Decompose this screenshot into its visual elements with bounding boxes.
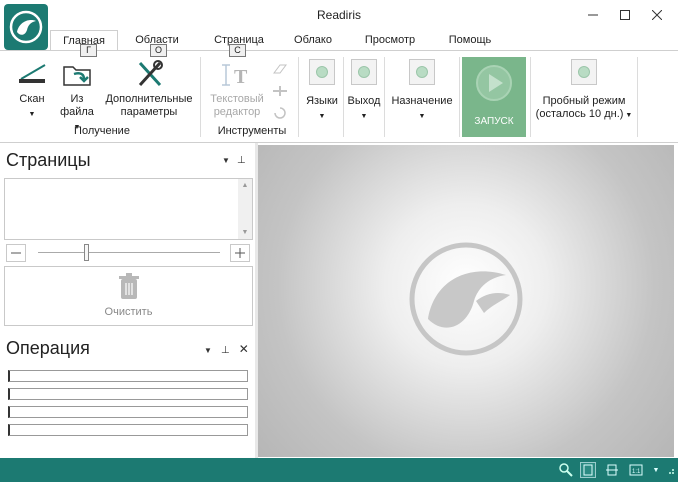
tab-help[interactable]: Помощь (444, 30, 496, 51)
progress-bar (8, 406, 248, 418)
fit-width-icon[interactable] (604, 462, 620, 478)
status-bar: 1:1 ▼ (0, 458, 678, 482)
pane-menu-chevron-icon[interactable]: ▼ (222, 156, 230, 165)
group-separator (637, 57, 638, 137)
output-button[interactable]: Выход ▼ (344, 59, 384, 123)
scroll-up-icon: ▲ (241, 182, 249, 189)
tab-view[interactable]: Просмотр (360, 30, 420, 51)
close-button[interactable] (642, 0, 672, 30)
scanner-icon (19, 64, 46, 83)
group-separator (384, 57, 385, 137)
languages-icon (309, 59, 335, 85)
keytip-areas: О (150, 44, 167, 57)
svg-text:1:1: 1:1 (632, 469, 641, 475)
plus-icon (235, 248, 245, 258)
document-viewer[interactable] (258, 145, 674, 457)
clear-button[interactable]: Очистить (4, 266, 253, 326)
zoom-in-button[interactable] (230, 244, 250, 262)
pages-pane-title: Страницы (6, 150, 91, 170)
zoom-bar (4, 242, 253, 264)
scan-button[interactable]: Скан ▼ (10, 59, 54, 121)
scroll-down-icon: ▼ (241, 229, 249, 236)
minus-icon (11, 252, 21, 254)
operation-pane-title: Операция (6, 338, 90, 358)
ribbon-tabs: Главная Области Страница Облако Просмотр… (50, 30, 678, 51)
window-title: Readiris (316, 8, 361, 22)
minimize-button[interactable] (578, 0, 608, 30)
pages-list[interactable]: ▲ ▼ (4, 178, 253, 240)
keytip-page: С (229, 44, 246, 57)
readiris-watermark-icon (409, 242, 523, 356)
group-separator (200, 57, 201, 137)
close-icon[interactable]: ✕ (239, 342, 249, 356)
ribbon: Скан ▼ Из файла ▼ Дополнительные парамет… (0, 50, 678, 143)
app-menu-button[interactable] (4, 4, 48, 50)
pages-pane-tools: ▼ ⊥ (222, 154, 246, 166)
group-label-tools: Инструменты (217, 125, 287, 137)
fit-page-icon[interactable] (580, 462, 596, 478)
eraser-icon (273, 64, 287, 74)
play-icon (476, 65, 512, 101)
chevron-down-icon: ▼ (28, 111, 36, 118)
text-editor-icon: T (222, 64, 248, 88)
zoom-slider-thumb[interactable] (84, 244, 89, 261)
trash-icon (118, 273, 139, 299)
rotate-icon (274, 107, 286, 119)
group-separator (530, 57, 531, 137)
split-icon (273, 86, 287, 96)
advanced-settings-button[interactable]: Дополнительные параметры (100, 59, 198, 119)
zoom-search-icon[interactable] (558, 462, 574, 478)
pane-menu-chevron-icon[interactable]: ▼ (204, 346, 212, 355)
title-bar: Readiris (0, 0, 678, 30)
operation-progress-list (8, 370, 248, 436)
trial-mode-button[interactable]: Пробный режим (осталось 10 дн.) ▼ (532, 59, 636, 122)
group-separator (459, 57, 460, 137)
pin-icon[interactable]: ⊥ (237, 155, 246, 166)
group-separator (298, 57, 299, 137)
minimize-icon (588, 14, 598, 16)
maximize-button[interactable] (610, 0, 640, 30)
output-icon (351, 59, 377, 85)
pages-scrollbar[interactable]: ▲ ▼ (238, 179, 252, 239)
chevron-down-icon: ▼ (318, 113, 326, 120)
chevron-down-icon: ▼ (360, 113, 368, 120)
progress-bar (8, 388, 248, 400)
chevron-down-icon: ▼ (418, 113, 426, 120)
tools-icon (138, 60, 163, 87)
zoom-out-button[interactable] (6, 244, 26, 262)
group-label-acquire: Получение (74, 125, 130, 137)
actual-size-icon[interactable]: 1:1 (628, 462, 644, 478)
tab-cloud[interactable]: Облако (290, 30, 336, 51)
small-tools (270, 61, 290, 119)
progress-bar (8, 424, 248, 436)
svg-text:T: T (234, 66, 248, 88)
resize-grip-icon[interactable] (662, 462, 678, 478)
maximize-icon (620, 10, 630, 20)
operation-pane-tools: ▼ ⊥ ✕ (204, 342, 249, 356)
progress-bar (8, 370, 248, 382)
readiris-logo-icon (9, 10, 43, 44)
run-button[interactable]: ЗАПУСК (462, 57, 526, 137)
pin-icon[interactable]: ⊥ (221, 345, 230, 356)
keytip-home: Г (80, 44, 97, 57)
destination-button[interactable]: Назначение ▼ (386, 59, 458, 123)
trial-icon (571, 59, 597, 85)
folder-arrow-icon (63, 66, 91, 86)
text-editor-button[interactable]: T Текстовый редактор (206, 59, 268, 119)
destination-icon (409, 59, 435, 85)
zoom-slider[interactable] (38, 252, 220, 253)
languages-button[interactable]: Языки ▼ (302, 59, 342, 123)
from-file-button[interactable]: Из файла ▼ (56, 59, 98, 134)
close-icon (652, 10, 662, 20)
